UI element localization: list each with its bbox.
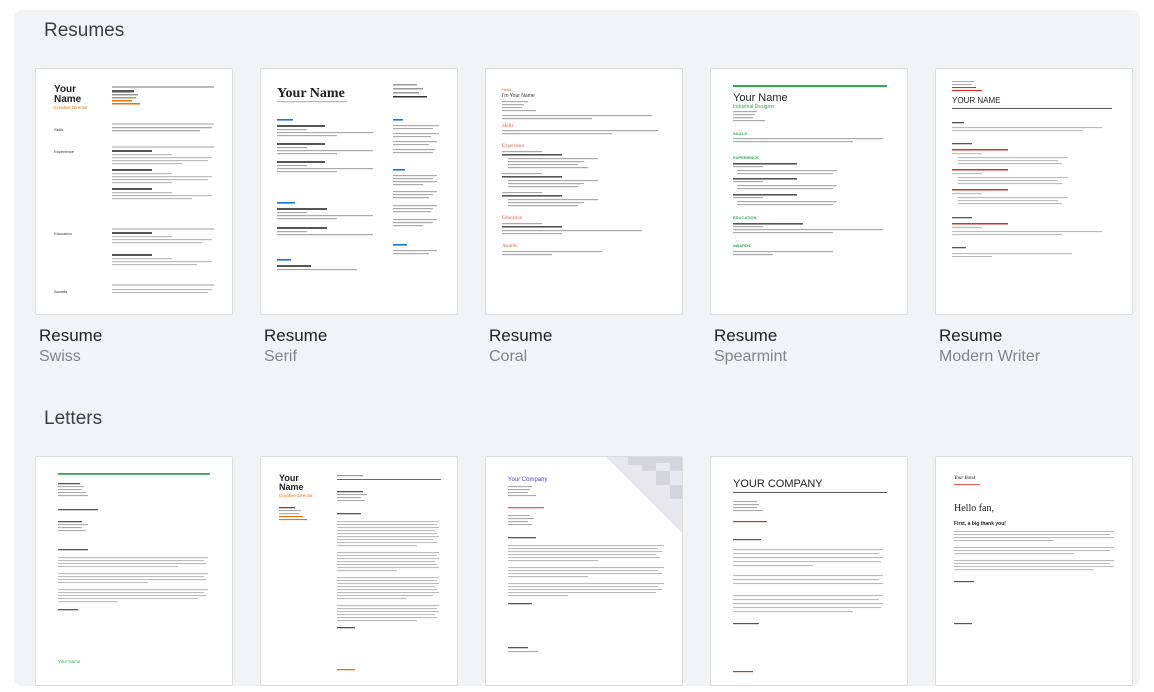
template-thumbnail[interactable]: YOUR NAME	[935, 68, 1133, 315]
template-thumbnail[interactable]: YOUR COMPANY	[710, 456, 908, 686]
letter-spearmint-preview: Your Name	[36, 457, 232, 685]
svg-text:Creative Director: Creative Director	[54, 105, 88, 110]
section-title-resumes: Resumes	[44, 20, 125, 41]
resume-coral-preview: Hello I'm Your Name Skills Experience Ed…	[486, 69, 682, 314]
template-name: Resume	[714, 326, 778, 345]
template-thumbnail[interactable]: Your Name	[260, 68, 458, 315]
letter-fan-preview: Your Band Hello fan, First, a big thank …	[936, 457, 1132, 685]
letter-company-name: Your Company	[508, 477, 547, 483]
template-name: Resume	[489, 326, 553, 345]
template-card-letter-typewriter[interactable]: YOUR COMPANY	[710, 456, 908, 686]
template-name: Resume	[39, 326, 103, 345]
letter-company-preview: Your Company	[486, 457, 682, 685]
template-style: Spearmint	[714, 348, 787, 365]
template-card-letter-fan[interactable]: Your Band Hello fan, First, a big thank …	[935, 456, 1133, 686]
svg-text:AWARDS: AWARDS	[733, 243, 751, 248]
resume-spearmint-preview: Your Name Industrial Designer SKILLS EXP…	[711, 69, 907, 314]
svg-text:Skills: Skills	[54, 127, 63, 132]
svg-text:Name: Name	[54, 94, 82, 105]
svg-text:Your Name: Your Name	[733, 92, 788, 104]
svg-text:SKILLS: SKILLS	[733, 131, 748, 136]
template-thumbnail[interactable]: Your Name Industrial Designer SKILLS EXP…	[710, 68, 908, 315]
template-style: Coral	[489, 348, 528, 365]
svg-text:Hello: Hello	[502, 87, 512, 92]
template-name: Resume	[939, 326, 1003, 345]
template-style: Serif	[264, 348, 297, 365]
letter-band-script: Your Band	[954, 476, 976, 481]
template-card-letter-company[interactable]: Your Company	[485, 456, 683, 686]
template-style: Swiss	[39, 348, 81, 365]
template-card-resume-serif[interactable]: Your Name Resume Serif	[260, 68, 458, 368]
template-thumbnail[interactable]: Your Band Hello fan, First, a big thank …	[935, 456, 1133, 686]
svg-text:Creative Director: Creative Director	[279, 493, 313, 498]
resume-serif-preview: Your Name	[261, 69, 457, 314]
template-thumbnail[interactable]: Your Name Creative Director Skills Exper…	[35, 68, 233, 315]
letter-big-company: YOUR COMPANY	[733, 478, 823, 490]
letter-signature: Your Name	[58, 659, 81, 664]
svg-text:YOUR NAME: YOUR NAME	[952, 96, 1000, 105]
svg-text:Education: Education	[54, 231, 72, 236]
template-thumbnail[interactable]: Your Name Creative Director	[260, 456, 458, 686]
resume-swiss-preview: Your Name Creative Director Skills Exper…	[36, 69, 232, 314]
svg-text:EXPERIENCE: EXPERIENCE	[733, 155, 759, 160]
letter-greeting: Hello fan,	[954, 503, 994, 514]
svg-text:Name: Name	[279, 482, 304, 492]
svg-text:Experience: Experience	[502, 144, 525, 149]
template-card-resume-coral[interactable]: Hello I'm Your Name Skills Experience Ed…	[485, 68, 683, 368]
template-card-resume-spearmint[interactable]: Your Name Industrial Designer SKILLS EXP…	[710, 68, 908, 368]
template-thumbnail[interactable]: Your Name	[35, 456, 233, 686]
template-card-letter-spearmint[interactable]: Your Name	[35, 456, 233, 686]
svg-text:Industrial Designer: Industrial Designer	[733, 104, 775, 110]
svg-text:Your Name: Your Name	[277, 86, 345, 101]
letter-typewriter-preview: YOUR COMPANY	[711, 457, 907, 685]
letter-subheading: First, a big thank you!	[954, 521, 1006, 527]
template-thumbnail[interactable]: Your Company	[485, 456, 683, 686]
template-thumbnail[interactable]: Hello I'm Your Name Skills Experience Ed…	[485, 68, 683, 315]
template-gallery-panel: Resumes Your Name Creative Director Skil…	[14, 10, 1140, 686]
svg-text:I'm Your Name: I'm Your Name	[502, 93, 535, 99]
svg-text:EDUCATION: EDUCATION	[733, 215, 757, 220]
template-style: Modern Writer	[939, 348, 1041, 365]
resume-modern-writer-preview: YOUR NAME	[936, 69, 1132, 314]
svg-text:Education: Education	[502, 216, 523, 221]
template-card-resume-swiss[interactable]: Your Name Creative Director Skills Exper…	[35, 68, 233, 368]
template-name: Resume	[264, 326, 328, 345]
svg-text:Awards: Awards	[54, 289, 67, 294]
svg-text:Skills: Skills	[502, 124, 513, 129]
template-card-letter-swiss[interactable]: Your Name Creative Director	[260, 456, 458, 686]
template-card-resume-modern-writer[interactable]: YOUR NAME Resume Modern Writer	[935, 68, 1133, 368]
svg-text:Awards: Awards	[502, 244, 517, 249]
svg-text:Experience: Experience	[54, 149, 75, 154]
letter-swiss-preview: Your Name Creative Director	[261, 457, 457, 685]
section-title-letters: Letters	[44, 408, 103, 429]
